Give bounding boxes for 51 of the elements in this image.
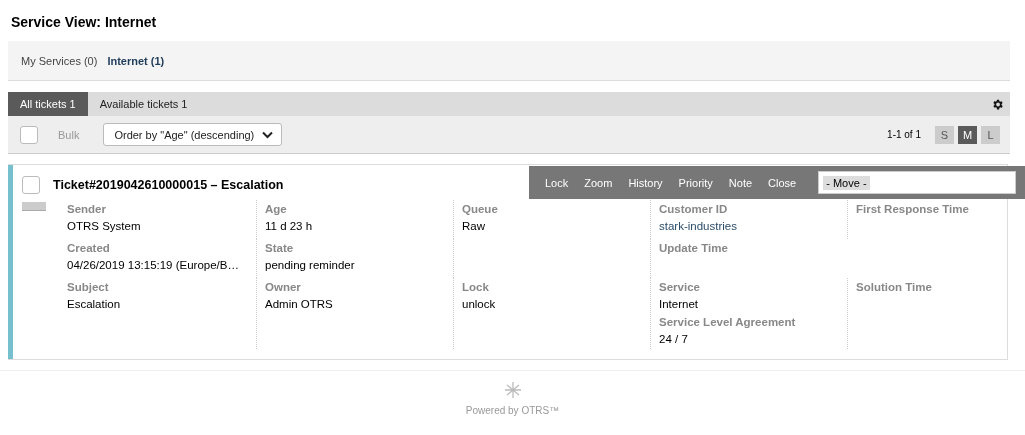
field-value: Admin OTRS	[265, 297, 334, 312]
service-link[interactable]: My Services (0)	[21, 54, 98, 67]
customer-link[interactable]: stark-industries	[659, 218, 847, 235]
field-label: Owner	[265, 280, 302, 295]
asterisk-logo-icon	[503, 381, 522, 399]
field-label: First Response Time	[856, 202, 970, 217]
action-link[interactable]: Note	[720, 176, 761, 189]
move-select[interactable]: - Move -	[818, 171, 1017, 194]
field-value: Escalation	[67, 297, 122, 312]
footer-text: Powered by OTRS™	[465, 405, 560, 416]
service-link[interactable]: Internet (1)	[107, 54, 165, 67]
view-size-button[interactable]: S	[935, 125, 954, 144]
field-label: Created	[67, 241, 111, 256]
settings-icon[interactable]	[991, 97, 1004, 111]
field-label: Queue	[462, 202, 499, 217]
bulk-link: Bulk	[58, 128, 80, 141]
action-link[interactable]: Close	[760, 176, 805, 189]
view-size-button[interactable]: L	[981, 125, 1000, 144]
chevron-down-icon	[262, 130, 274, 139]
field-label: Subject	[67, 280, 110, 295]
action-link[interactable]: History	[620, 176, 671, 189]
action-link[interactable]: Priority	[670, 176, 721, 189]
field-label: Solution Time	[856, 280, 933, 295]
field-value: OTRS System	[67, 219, 142, 234]
action-link[interactable]: Lock	[537, 176, 577, 189]
action-link[interactable]: Zoom	[576, 176, 621, 189]
order-select[interactable]: Order by "Age" (descending)	[103, 123, 283, 146]
priority-bar-icon	[22, 202, 46, 211]
field-value: 24 / 7	[659, 332, 689, 347]
filter-tab[interactable]: Available tickets 1	[87, 92, 200, 116]
field-value: 11 d 23 h	[265, 219, 314, 234]
ticket-checkbox[interactable]	[22, 176, 40, 194]
ticket-title[interactable]: Ticket#2019042610000015 – Escalation	[53, 178, 284, 192]
field-value: pending reminder	[265, 258, 356, 273]
pagination-text: 1-1 of 1	[887, 129, 921, 140]
field-label: Update Time	[659, 241, 729, 256]
field-label: Customer ID	[659, 202, 729, 217]
field-value: unlock	[462, 297, 497, 312]
field-value: 04/26/2019 13:15:19 (Europe/B…	[67, 258, 240, 273]
field-label: Age	[265, 202, 288, 217]
field-label: Sender	[67, 202, 107, 217]
field-value: Internet	[659, 297, 699, 312]
field-label: Service	[659, 280, 701, 295]
page-title: Service View: Internet	[10, 13, 158, 32]
filter-tab[interactable]: All tickets 1	[8, 92, 88, 116]
select-all-checkbox[interactable]	[20, 125, 38, 144]
view-size-button[interactable]: M	[958, 125, 977, 144]
field-value: Raw	[462, 219, 486, 234]
field-label: Service Level Agreement	[659, 315, 797, 330]
field-label: Lock	[462, 280, 490, 295]
field-label: State	[265, 241, 295, 256]
